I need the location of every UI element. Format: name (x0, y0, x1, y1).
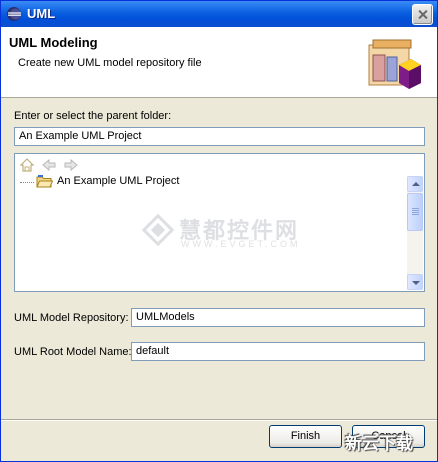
title-bar[interactable]: UML (1, 1, 437, 27)
uml-wizard-icon (368, 39, 421, 89)
parent-folder-label: Enter or select the parent folder: (14, 110, 172, 122)
project-folder-icon (36, 175, 53, 188)
window-title: UML (27, 6, 56, 21)
tree-connector (20, 182, 34, 183)
scroll-thumb[interactable] (407, 193, 423, 231)
wizard-banner: UML Modeling Create new UML model reposi… (1, 27, 437, 98)
home-icon[interactable] (19, 157, 35, 173)
button-bar-divider (1, 419, 437, 421)
back-arrow-icon[interactable] (41, 157, 57, 173)
tree-vertical-scrollbar[interactable] (407, 176, 423, 290)
dialog-window: UML UML Modeling Create new UML model re… (0, 0, 438, 462)
corner-watermark: 新云下载 (345, 434, 413, 453)
scroll-up-button[interactable] (407, 176, 423, 192)
scroll-down-button[interactable] (407, 274, 423, 290)
banner-description: Create new UML model repository file (18, 57, 202, 69)
parent-folder-input[interactable]: An Example UML Project (14, 127, 425, 146)
root-model-label: UML Root Model Name: (14, 346, 132, 358)
close-button[interactable] (412, 4, 433, 25)
banner-title: UML Modeling (9, 35, 98, 50)
repository-label: UML Model Repository: (14, 312, 129, 324)
tree-item-label: An Example UML Project (57, 175, 180, 187)
forward-arrow-icon[interactable] (63, 157, 79, 173)
watermark-logo: 慧都控件网 WWW.EVGET.COM (141, 213, 298, 250)
repository-input[interactable]: UMLModels (131, 308, 425, 327)
watermark-subtext: WWW.EVGET.COM (181, 239, 301, 249)
watermark-diamond-icon (141, 213, 175, 247)
finish-button[interactable]: Finish (269, 425, 342, 448)
root-model-input[interactable]: default (131, 342, 425, 361)
eclipse-app-icon (7, 7, 21, 21)
